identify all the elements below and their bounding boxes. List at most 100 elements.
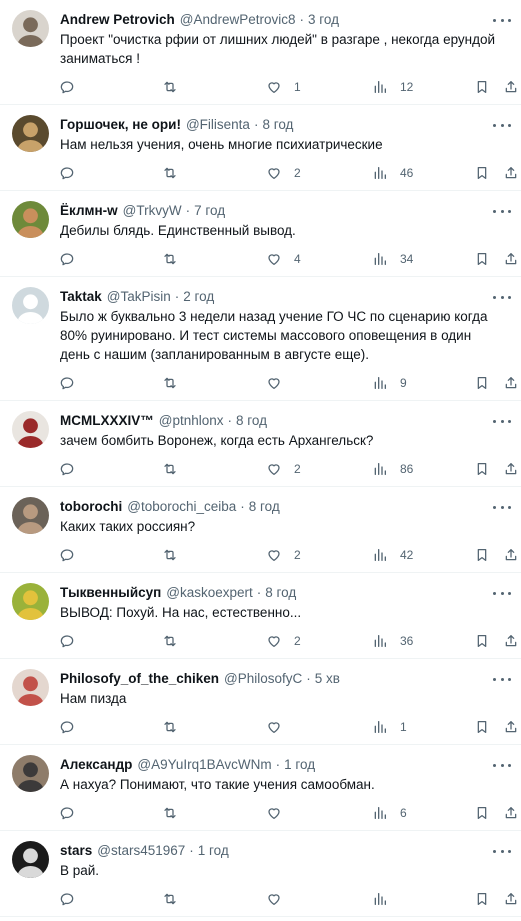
- views-button[interactable]: 1: [372, 718, 407, 736]
- like-button[interactable]: [266, 804, 294, 822]
- display-name[interactable]: Taktak: [60, 287, 102, 307]
- bookmark-button[interactable]: [474, 890, 490, 908]
- retweet-button[interactable]: [162, 164, 178, 182]
- share-button[interactable]: [503, 890, 519, 908]
- display-name[interactable]: Горшочек, не ори!: [60, 115, 181, 135]
- tweet[interactable]: toborochi @toborochi_ceiba · 8 год Каких…: [0, 487, 521, 573]
- timestamp[interactable]: 1 год: [284, 755, 315, 775]
- views-button[interactable]: 9: [372, 374, 407, 392]
- retweet-button[interactable]: [162, 374, 178, 392]
- timestamp[interactable]: 8 год: [262, 115, 293, 135]
- like-button[interactable]: 4: [266, 250, 301, 268]
- like-button[interactable]: 1: [266, 78, 301, 96]
- user-handle[interactable]: @ptnhlonx: [159, 411, 224, 431]
- avatar[interactable]: [12, 583, 49, 620]
- avatar[interactable]: [12, 411, 49, 448]
- views-button[interactable]: 34: [372, 250, 413, 268]
- display-name[interactable]: Ёклмн-w: [60, 201, 118, 221]
- avatar[interactable]: [12, 115, 49, 152]
- share-button[interactable]: [503, 804, 519, 822]
- views-button[interactable]: [372, 890, 400, 908]
- tweet[interactable]: Taktak @TakPisin · 2 год Было ж буквальн…: [0, 277, 521, 401]
- more-options-icon[interactable]: [493, 757, 511, 773]
- more-options-icon[interactable]: [493, 117, 511, 133]
- reply-button[interactable]: [59, 718, 75, 736]
- like-button[interactable]: 2: [266, 632, 301, 650]
- reply-button[interactable]: [59, 164, 75, 182]
- more-options-icon[interactable]: [493, 12, 511, 28]
- reply-button[interactable]: [59, 460, 75, 478]
- tweet[interactable]: MCMLXXXIV™ @ptnhlonx · 8 год зачем бомби…: [0, 401, 521, 487]
- views-button[interactable]: 46: [372, 164, 413, 182]
- bookmark-button[interactable]: [474, 460, 490, 478]
- tweet[interactable]: Александр @A9YuIrq1BAvcWNm · 1 год А нах…: [0, 745, 521, 831]
- timestamp[interactable]: 2 год: [183, 287, 214, 307]
- user-handle[interactable]: @TrkvyW: [123, 201, 182, 221]
- display-name[interactable]: stars: [60, 841, 92, 861]
- like-button[interactable]: [266, 890, 294, 908]
- more-options-icon[interactable]: [493, 499, 511, 515]
- display-name[interactable]: Andrew Petrovich: [60, 10, 175, 30]
- share-button[interactable]: [503, 632, 519, 650]
- bookmark-button[interactable]: [474, 804, 490, 822]
- avatar[interactable]: [12, 201, 49, 238]
- user-handle[interactable]: @PhilosofyC: [224, 669, 302, 689]
- tweet[interactable]: Ёклмн-w @TrkvyW · 7 год Дебилы блядь. Ед…: [0, 191, 521, 277]
- reply-button[interactable]: [59, 890, 75, 908]
- retweet-button[interactable]: [162, 890, 178, 908]
- share-button[interactable]: [503, 374, 519, 392]
- reply-button[interactable]: [59, 250, 75, 268]
- avatar[interactable]: [12, 497, 49, 534]
- timestamp[interactable]: 5 хв: [315, 669, 340, 689]
- retweet-button[interactable]: [162, 460, 178, 478]
- user-handle[interactable]: @A9YuIrq1BAvcWNm: [137, 755, 271, 775]
- share-button[interactable]: [503, 546, 519, 564]
- bookmark-button[interactable]: [474, 374, 490, 392]
- display-name[interactable]: Александр: [60, 755, 132, 775]
- like-button[interactable]: [266, 374, 294, 392]
- timestamp[interactable]: 3 год: [308, 10, 339, 30]
- more-options-icon[interactable]: [493, 203, 511, 219]
- reply-button[interactable]: [59, 546, 75, 564]
- share-button[interactable]: [503, 718, 519, 736]
- like-button[interactable]: 2: [266, 546, 301, 564]
- user-handle[interactable]: @Filisenta: [186, 115, 250, 135]
- tweet[interactable]: Горшочек, не ори! @Filisenta · 8 год Нам…: [0, 105, 521, 191]
- timestamp[interactable]: 8 год: [265, 583, 296, 603]
- timestamp[interactable]: 7 год: [194, 201, 225, 221]
- views-button[interactable]: 42: [372, 546, 413, 564]
- user-handle[interactable]: @TakPisin: [107, 287, 171, 307]
- more-options-icon[interactable]: [493, 289, 511, 305]
- display-name[interactable]: Тыквенныйсуп: [60, 583, 161, 603]
- timestamp[interactable]: 8 год: [236, 411, 267, 431]
- views-button[interactable]: 12: [372, 78, 413, 96]
- reply-button[interactable]: [59, 804, 75, 822]
- views-button[interactable]: 6: [372, 804, 407, 822]
- user-handle[interactable]: @AndrewPetrovic8: [180, 10, 296, 30]
- views-button[interactable]: 86: [372, 460, 413, 478]
- reply-button[interactable]: [59, 632, 75, 650]
- more-options-icon[interactable]: [493, 413, 511, 429]
- more-options-icon[interactable]: [493, 843, 511, 859]
- share-button[interactable]: [503, 164, 519, 182]
- more-options-icon[interactable]: [493, 585, 511, 601]
- tweet[interactable]: Andrew Petrovich @AndrewPetrovic8 · 3 го…: [0, 0, 521, 105]
- timestamp[interactable]: 8 год: [249, 497, 280, 517]
- avatar[interactable]: [12, 669, 49, 706]
- display-name[interactable]: toborochi: [60, 497, 122, 517]
- bookmark-button[interactable]: [474, 250, 490, 268]
- views-button[interactable]: 36: [372, 632, 413, 650]
- reply-button[interactable]: [59, 78, 75, 96]
- bookmark-button[interactable]: [474, 632, 490, 650]
- display-name[interactable]: MCMLXXXIV™: [60, 411, 154, 431]
- retweet-button[interactable]: [162, 632, 178, 650]
- retweet-button[interactable]: [162, 546, 178, 564]
- avatar[interactable]: [12, 841, 49, 878]
- like-button[interactable]: 2: [266, 460, 301, 478]
- retweet-button[interactable]: [162, 78, 178, 96]
- bookmark-button[interactable]: [474, 546, 490, 564]
- share-button[interactable]: [503, 250, 519, 268]
- more-options-icon[interactable]: [493, 671, 511, 687]
- avatar[interactable]: [12, 755, 49, 792]
- retweet-button[interactable]: [162, 804, 178, 822]
